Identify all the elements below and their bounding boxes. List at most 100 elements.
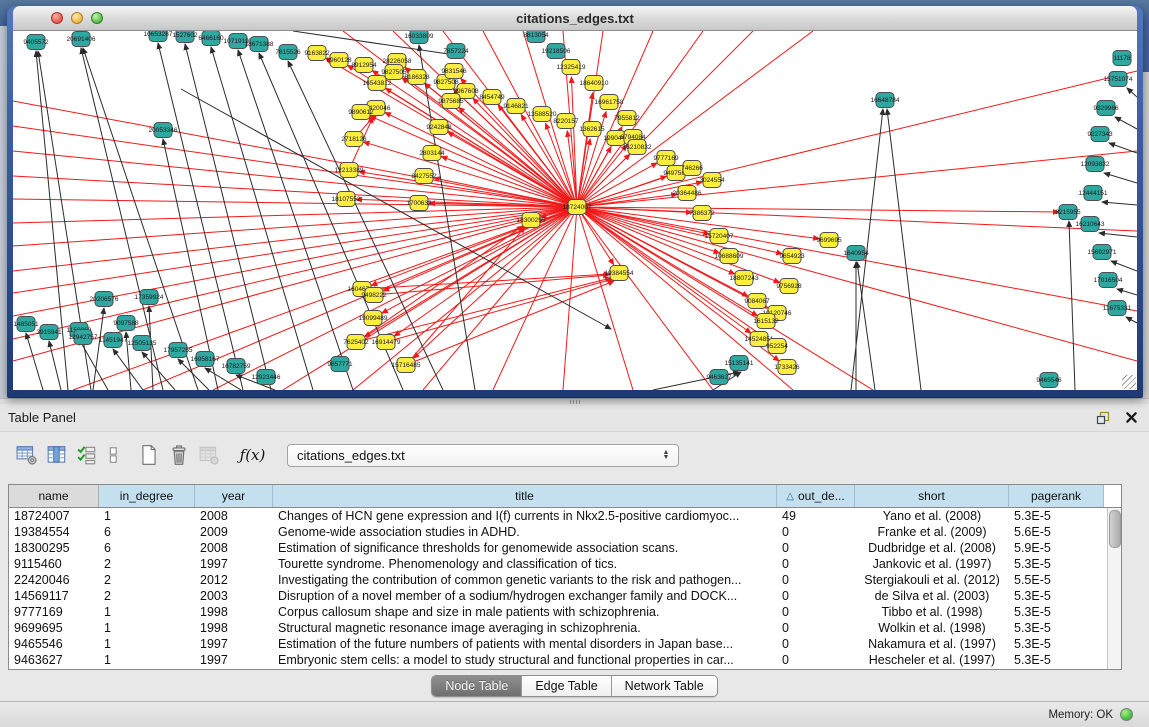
table-row[interactable]: 946362711997Embryonic stem cells: a mode… xyxy=(9,652,1121,668)
network-node-label: 9831546 xyxy=(441,68,467,75)
network-node-label: 9146821 xyxy=(503,103,529,110)
table-cell: Dudbridge et al. (2008) xyxy=(855,540,1009,556)
table-cell: 5.5E-5 xyxy=(1009,572,1104,588)
table-cell: 1997 xyxy=(195,556,273,572)
column-header-pagerank[interactable]: pagerank xyxy=(1009,485,1104,507)
table-cell: 5.3E-5 xyxy=(1009,620,1104,636)
table-cell: Tourette syndrome. Phenomenology and cla… xyxy=(273,556,777,572)
table-cell: 9115460 xyxy=(9,556,99,572)
network-node-label: 1700632 xyxy=(406,200,432,207)
network-node-label: 18671388 xyxy=(245,41,274,48)
network-node-label: 16210832 xyxy=(623,144,652,151)
table-row[interactable]: 977716911998Corpus callosum shape and si… xyxy=(9,604,1121,620)
table-cell: 2012 xyxy=(195,572,273,588)
column-header-name[interactable]: name xyxy=(9,485,99,507)
table-cell: de Silva et al. (2003) xyxy=(855,588,1009,604)
table-cell: 2 xyxy=(99,556,195,572)
table-row[interactable]: 1830029562008Estimation of significance … xyxy=(9,540,1121,556)
network-window-titlebar[interactable]: citations_edges.txt xyxy=(13,6,1137,31)
network-node-label: 1527602 xyxy=(172,32,198,39)
network-node-label: 9890612 xyxy=(348,109,374,116)
table-cell: 0 xyxy=(777,652,855,668)
network-node-label: 9405572 xyxy=(23,39,49,46)
table-row[interactable]: 1872400712008Changes of HCN gene express… xyxy=(9,508,1121,524)
network-node-label: 16033809 xyxy=(405,33,434,40)
network-node-label: 19384554 xyxy=(605,270,634,277)
table-cell: 2008 xyxy=(195,508,273,524)
network-desktop: citations_edges.txt 94055722069140610653… xyxy=(0,0,1149,398)
new-table-icon[interactable] xyxy=(136,443,161,468)
network-node-label: 16648784 xyxy=(871,97,900,104)
table-row[interactable]: 1456911722003Disruption of a novel membe… xyxy=(9,588,1121,604)
tab-node-table[interactable]: Node Table xyxy=(432,676,522,696)
tab-network-table[interactable]: Network Table xyxy=(612,676,717,696)
table-cell: 0 xyxy=(777,572,855,588)
network-node-label: 9857771 xyxy=(327,361,353,368)
network-window: citations_edges.txt 94055722069140610653… xyxy=(7,6,1143,397)
table-toolbar: ƒ(x) citations_edges.txt ▲▼ xyxy=(0,432,1149,478)
table-cell: Yano et al. (2008) xyxy=(855,508,1009,524)
table-cell: 9465546 xyxy=(9,636,99,652)
table-row[interactable]: 1938455462009Genome-wide association stu… xyxy=(9,524,1121,540)
network-node-label: 17359924 xyxy=(135,294,164,301)
network-node-label: 1485051 xyxy=(13,321,39,328)
table-cell: 2009 xyxy=(195,524,273,540)
column-header-in_degree[interactable]: in_degree xyxy=(99,485,195,507)
network-node-label: 9097588 xyxy=(113,320,139,327)
network-node-label: 28226058 xyxy=(383,58,412,65)
tab-edge-table[interactable]: Edge Table xyxy=(522,676,611,696)
close-panel-icon[interactable] xyxy=(1123,410,1139,426)
table-row[interactable]: 2242004622012Investigating the contribut… xyxy=(9,572,1121,588)
float-panel-icon[interactable] xyxy=(1095,410,1111,426)
network-node-label: 6466160 xyxy=(198,35,224,42)
network-node-label: 18107552 xyxy=(332,196,361,203)
network-node-label: 9242848 xyxy=(426,124,452,131)
table-row[interactable]: 946554611997Estimation of the future num… xyxy=(9,636,1121,652)
column-header-title[interactable]: title xyxy=(273,485,777,507)
table-panel-header: Table Panel xyxy=(0,404,1149,432)
table-cell: Investigating the contribution of common… xyxy=(273,572,777,588)
table-cell: 5.3E-5 xyxy=(1009,508,1104,524)
network-node-label: 9465546 xyxy=(1036,377,1062,384)
row-height-icon[interactable] xyxy=(104,443,122,468)
network-node-label: 9329966 xyxy=(1093,105,1119,112)
table-row[interactable]: 911546021997Tourette syndrome. Phenomeno… xyxy=(9,556,1121,572)
table-cell: 19384554 xyxy=(9,524,99,540)
network-node-label: 10653287 xyxy=(144,31,173,38)
table-row[interactable]: 969969511998Structural magnetic resonanc… xyxy=(9,620,1121,636)
table-cell: 9777169 xyxy=(9,604,99,620)
table-cell: 5.3E-5 xyxy=(1009,636,1104,652)
column-header-out_de[interactable]: △out_de... xyxy=(777,485,855,507)
table-cell: Nakamura et al. (1997) xyxy=(855,636,1009,652)
network-node-label: 7386372 xyxy=(689,210,715,217)
table-cell: 0 xyxy=(777,636,855,652)
citation-network-graph[interactable]: 9405572206914061065328715276026466160107… xyxy=(13,31,1137,390)
column-header-short[interactable]: short xyxy=(855,485,1009,507)
table-cell: 1 xyxy=(99,636,195,652)
network-canvas[interactable]: 9405572206914061065328715276026466160107… xyxy=(13,31,1137,390)
table-settings-icon[interactable] xyxy=(14,443,39,468)
select-columns-icon[interactable] xyxy=(74,443,99,468)
network-node-label: 7615526 xyxy=(275,49,301,56)
network-node-label: 12325419 xyxy=(557,64,586,71)
delete-table-icon[interactable] xyxy=(166,443,191,468)
window-resize-grip-icon[interactable] xyxy=(1122,375,1136,389)
column-header-year[interactable]: year xyxy=(195,485,273,507)
table-selector-dropdown[interactable]: citations_edges.txt ▲▼ xyxy=(287,444,679,467)
scrollbar-thumb[interactable] xyxy=(1109,510,1121,548)
network-node-label: 16914479 xyxy=(372,339,401,346)
network-node-label: 10688609 xyxy=(715,253,744,260)
function-builder-icon[interactable]: ƒ(x) xyxy=(240,443,265,468)
table-cell: 2003 xyxy=(195,588,273,604)
table-cell: 5.6E-5 xyxy=(1009,524,1104,540)
sort-asc-icon: △ xyxy=(786,491,794,502)
table-cell: 0 xyxy=(777,620,855,636)
table-cell: 0 xyxy=(777,556,855,572)
table-cell: 9699695 xyxy=(9,620,99,636)
network-node-label: 17957255 xyxy=(164,347,193,354)
network-node-label: 18640910 xyxy=(580,80,609,87)
show-columns-icon[interactable] xyxy=(44,443,69,468)
table-cell: 1 xyxy=(99,620,195,636)
network-window-title: citations_edges.txt xyxy=(13,11,1137,26)
table-vertical-scrollbar[interactable] xyxy=(1107,508,1121,669)
